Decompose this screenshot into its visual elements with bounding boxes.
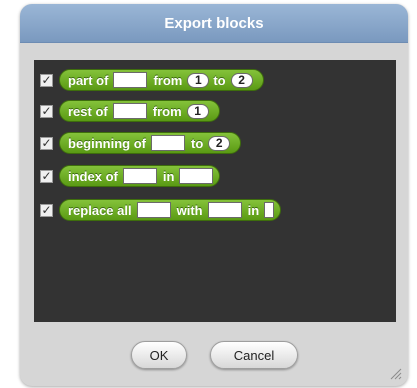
block-row-beginning-of: ✓ beginning of to 2 [40, 131, 242, 155]
checkbox-part-of[interactable]: ✓ [40, 73, 53, 87]
checkbox-rest-of[interactable]: ✓ [40, 104, 53, 118]
resize-grip-icon[interactable] [388, 366, 402, 380]
blocks-palette: ✓ part of from 1 to 2 ✓ rest of from 1 ✓ [34, 60, 396, 322]
ok-button[interactable]: OK [131, 341, 187, 369]
export-blocks-dialog: Export blocks ✓ part of from 1 to 2 ✓ re… [20, 4, 408, 386]
block-row-index-of: ✓ index of in [40, 164, 221, 188]
block-label: to [213, 72, 226, 88]
input-slot[interactable] [113, 72, 148, 88]
cancel-button[interactable]: Cancel [210, 341, 298, 369]
input-slot[interactable] [179, 168, 214, 184]
input-slot[interactable] [207, 202, 242, 218]
input-slot[interactable] [264, 202, 275, 218]
block-rest-of[interactable]: rest of from 1 [59, 100, 220, 122]
block-row-replace-all: ✓ replace all with in [40, 198, 282, 222]
block-label: with [176, 202, 203, 218]
block-label: in [247, 202, 260, 218]
input-slot[interactable] [122, 168, 157, 184]
number-slot[interactable]: 1 [187, 72, 210, 88]
block-label: part of [68, 72, 109, 88]
block-label: from [153, 72, 183, 88]
block-row-rest-of: ✓ rest of from 1 [40, 99, 220, 123]
checkbox-index-of[interactable]: ✓ [40, 169, 53, 183]
block-beginning-of[interactable]: beginning of to 2 [59, 132, 242, 154]
block-label: to [190, 135, 204, 151]
input-slot[interactable] [150, 135, 185, 151]
block-row-part-of: ✓ part of from 1 to 2 [40, 68, 264, 92]
number-slot[interactable]: 2 [208, 135, 231, 151]
checkbox-replace-all[interactable]: ✓ [40, 203, 53, 217]
input-slot[interactable] [136, 202, 171, 218]
block-label: index of [68, 168, 118, 184]
number-slot[interactable]: 2 [230, 72, 253, 88]
dialog-title: Export blocks [20, 4, 408, 43]
block-replace-all[interactable]: replace all with in [59, 199, 282, 221]
block-label: from [152, 103, 182, 119]
number-slot[interactable]: 1 [186, 103, 209, 119]
block-label: in [162, 168, 175, 184]
block-label: beginning of [68, 135, 146, 151]
block-part-of[interactable]: part of from 1 to 2 [59, 69, 264, 91]
input-slot[interactable] [112, 103, 147, 119]
block-index-of[interactable]: index of in [59, 165, 221, 187]
block-label: replace all [68, 202, 132, 218]
checkbox-beginning-of[interactable]: ✓ [40, 136, 53, 150]
block-label: rest of [68, 103, 108, 119]
